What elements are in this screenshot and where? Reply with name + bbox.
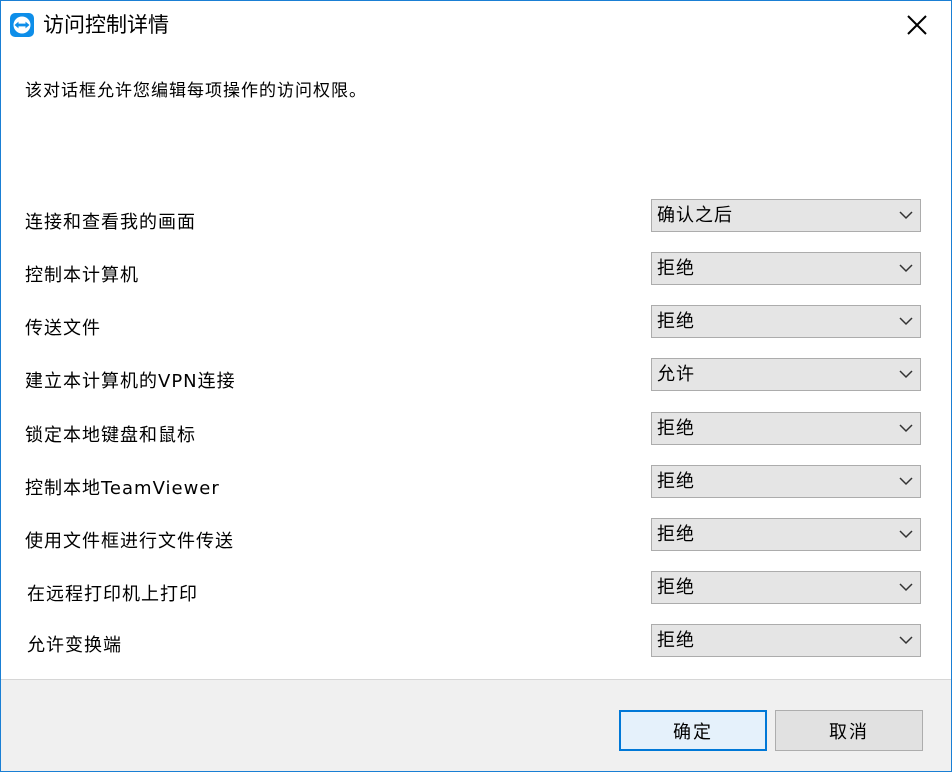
permission-row-file-transfer: 传送文件 拒绝 <box>1 305 951 339</box>
permission-label: 控制本计算机 <box>25 265 139 286</box>
permission-dropdown-vpn[interactable]: 允许 <box>651 358 921 391</box>
permission-label: 在远程打印机上打印 <box>27 584 198 605</box>
permission-label: 控制本地TeamViewer <box>25 478 220 499</box>
permission-row-control-local-teamviewer: 控制本地TeamViewer 拒绝 <box>1 465 951 499</box>
dropdown-value: 拒绝 <box>657 471 695 492</box>
dropdown-value: 拒绝 <box>657 524 695 545</box>
dropdown-value: 拒绝 <box>657 418 695 439</box>
access-control-dialog: 访问控制详情 该对话框允许您编辑每项操作的访问权限。 连接和查看我的画面 确认之… <box>0 0 952 772</box>
permission-label: 连接和查看我的画面 <box>25 212 196 233</box>
permission-label: 建立本计算机的VPN连接 <box>25 371 236 392</box>
permission-dropdown-control-local-teamviewer[interactable]: 拒绝 <box>651 465 921 498</box>
chevron-down-icon <box>899 370 913 379</box>
chevron-down-icon <box>899 530 913 539</box>
dropdown-value: 拒绝 <box>657 577 695 598</box>
chevron-down-icon <box>899 264 913 273</box>
permission-row-lock-input: 锁定本地键盘和鼠标 拒绝 <box>1 412 951 446</box>
dialog-footer: 确定 取消 <box>1 679 951 771</box>
permission-row-remote-control: 控制本计算机 拒绝 <box>1 252 951 286</box>
permission-dropdown-remote-control[interactable]: 拒绝 <box>651 252 921 285</box>
permission-dropdown-view-screen[interactable]: 确认之后 <box>651 199 921 232</box>
chevron-down-icon <box>899 636 913 645</box>
chevron-down-icon <box>899 477 913 486</box>
dialog-title: 访问控制详情 <box>43 13 169 37</box>
ok-button[interactable]: 确定 <box>619 710 767 751</box>
cancel-button[interactable]: 取消 <box>775 710 923 751</box>
permission-label: 使用文件框进行文件传送 <box>25 531 234 552</box>
chevron-down-icon <box>899 583 913 592</box>
chevron-down-icon <box>899 424 913 433</box>
permission-row-switch-sides: 允许变换端 拒绝 <box>1 624 951 658</box>
permission-row-file-box: 使用文件框进行文件传送 拒绝 <box>1 518 951 552</box>
chevron-down-icon <box>899 317 913 326</box>
permission-row-remote-print: 在远程打印机上打印 拒绝 <box>1 571 951 605</box>
close-icon <box>907 15 927 35</box>
permission-dropdown-remote-print[interactable]: 拒绝 <box>651 571 921 604</box>
dialog-description: 该对话框允许您编辑每项操作的访问权限。 <box>25 81 367 101</box>
dropdown-value: 拒绝 <box>657 630 695 651</box>
dropdown-value: 拒绝 <box>657 311 695 332</box>
permission-dropdown-lock-input[interactable]: 拒绝 <box>651 412 921 445</box>
permission-label: 锁定本地键盘和鼠标 <box>25 425 196 446</box>
chevron-down-icon <box>899 211 913 220</box>
permission-row-view-screen: 连接和查看我的画面 确认之后 <box>1 199 951 233</box>
dropdown-value: 允许 <box>657 364 695 385</box>
close-button[interactable] <box>895 5 939 45</box>
permission-dropdown-switch-sides[interactable]: 拒绝 <box>651 624 921 657</box>
title-bar: 访问控制详情 <box>1 1 951 49</box>
permission-dropdown-file-transfer[interactable]: 拒绝 <box>651 305 921 338</box>
permission-row-vpn: 建立本计算机的VPN连接 允许 <box>1 358 951 392</box>
permission-label: 传送文件 <box>25 318 101 339</box>
permission-dropdown-file-box[interactable]: 拒绝 <box>651 518 921 551</box>
dropdown-value: 确认之后 <box>657 205 733 226</box>
teamviewer-logo-icon <box>10 13 34 37</box>
permission-label: 允许变换端 <box>27 635 122 656</box>
dropdown-value: 拒绝 <box>657 258 695 279</box>
